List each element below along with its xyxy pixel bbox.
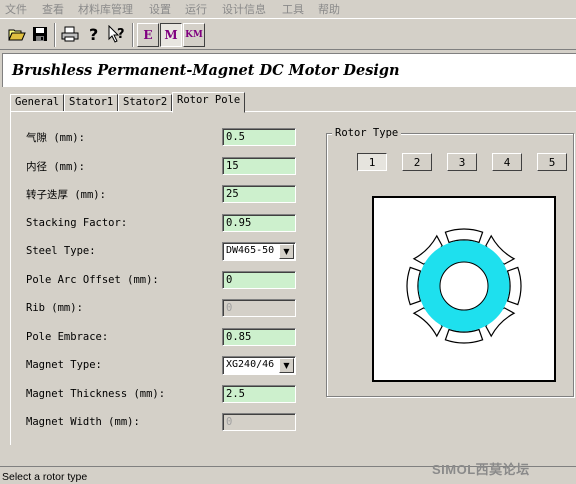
chevron-down-icon[interactable]: ▼ [279,244,294,259]
air-gap-input[interactable]: 0.5 [222,128,296,146]
rotor-type-button-4[interactable]: 4 [492,153,522,171]
print-button[interactable] [59,23,81,45]
rib-input: 0 [222,299,296,317]
rotor-preview [372,196,556,382]
rotor-type-button-3[interactable]: 3 [447,153,477,171]
magnet-width-label: Magnet Width (mm): [26,416,140,428]
pole-embrace-input[interactable]: 0.85 [222,328,296,346]
rotor-type-button-label: 4 [503,155,511,169]
status-text: Select a rotor type [2,471,88,483]
menu-view[interactable]: 查看 [42,1,64,17]
rotor-diagram [406,228,522,344]
stacking-factor-label: Stacking Factor: [26,217,128,229]
inner-diameter-label: 内径 (mm): [26,161,85,173]
rotor-type-button-2[interactable]: 2 [402,153,432,171]
rotor-stack-length-label: 转子迭厚 (mm): [26,189,106,201]
tab-general[interactable]: General [10,94,65,112]
tab-general-label: General [15,96,60,108]
save-button[interactable] [29,23,51,45]
air-gap-label: 气隙 (mm): [26,132,85,144]
magnet-thickness-input[interactable]: 2.5 [222,385,296,403]
mode-m-label: M [164,28,178,42]
rotor-type-button-label: 2 [413,155,421,169]
page-title: Brushless Permanent-Magnet DC Motor Desi… [12,62,400,79]
print-icon [61,26,79,42]
rotor-type-button-5[interactable]: 5 [537,153,567,171]
magnet-thickness-label: Magnet Thickness (mm): [26,388,166,400]
tab-rotor-pole-label: Rotor Pole [177,94,241,106]
mode-e-label: E [143,28,153,42]
magnet-type-label: Magnet Type: [26,359,102,371]
rotor-type-button-label: 3 [458,155,466,169]
menu-settings[interactable]: 设置 [149,1,171,17]
chevron-down-icon[interactable]: ▼ [279,358,294,373]
open-icon [8,29,26,41]
stacking-factor-input[interactable]: 0.95 [222,214,296,232]
tab-stator1-label: Stator1 [69,96,114,108]
tab-rotor-pole[interactable]: Rotor Pole [172,92,246,113]
menu-tools[interactable]: 工具 [282,1,304,17]
rotor-type-title: Rotor Type [332,127,402,139]
pole-embrace-label: Pole Embrace: [26,331,109,343]
magnet-type-select[interactable]: XG240/46 ▼ [222,356,296,375]
rotor-stack-length-input[interactable]: 25 [222,185,296,203]
menu-help[interactable]: 帮助 [318,1,340,17]
toolbar-separator [54,23,56,47]
title-panel: Brushless Permanent-Magnet DC Motor Desi… [2,53,576,87]
pole-arc-offset-label: Pole Arc Offset (mm): [26,274,159,286]
menu-material-library[interactable]: 材料库管理 [78,1,133,17]
mode-m-button[interactable]: M [160,23,182,47]
pole-arc-offset-input[interactable]: 0 [222,271,296,289]
tab-stator1[interactable]: Stator1 [64,94,119,112]
help-icon: ? [89,25,98,43]
mode-km-label: KM [185,30,203,40]
save-icon [33,27,47,41]
menu-design-info[interactable]: 设计信息 [222,1,266,17]
mode-e-button[interactable]: E [137,23,159,47]
rotor-type-button-1[interactable]: 1 [357,153,387,171]
rotor-bore [439,261,489,311]
svg-text:?: ? [89,25,98,43]
toolbar-separator [132,23,134,47]
context-help-icon: ? [108,25,125,43]
menu-bar: 文件 查看 材料库管理 设置 运行 设计信息 工具 帮助 [0,0,576,17]
help-button[interactable]: ? [83,23,105,45]
menu-file[interactable]: 文件 [5,1,27,17]
magnet-type-value: XG240/46 [226,359,275,370]
mode-km-button[interactable]: KM [183,23,205,47]
tab-stator2[interactable]: Stator2 [118,94,173,112]
open-button[interactable] [6,23,28,45]
steel-type-select[interactable]: DW465-50 ▼ [222,242,296,261]
inner-diameter-input[interactable]: 15 [222,157,296,175]
steel-type-label: Steel Type: [26,245,96,257]
steel-type-value: DW465-50 [226,245,275,256]
tab-stator2-label: Stator2 [123,96,168,108]
rib-label: Rib (mm): [26,302,83,314]
menu-run[interactable]: 运行 [185,1,207,17]
rotor-type-button-label: 1 [368,155,376,169]
rotor-type-button-label: 5 [548,155,556,169]
watermark-logo: SIMOL西莫论坛 [432,462,530,477]
svg-text:?: ? [117,27,125,42]
magnet-width-input: 0 [222,413,296,431]
toolbar: ? ? E M KM [0,18,576,50]
context-help-button[interactable]: ? [106,23,128,45]
